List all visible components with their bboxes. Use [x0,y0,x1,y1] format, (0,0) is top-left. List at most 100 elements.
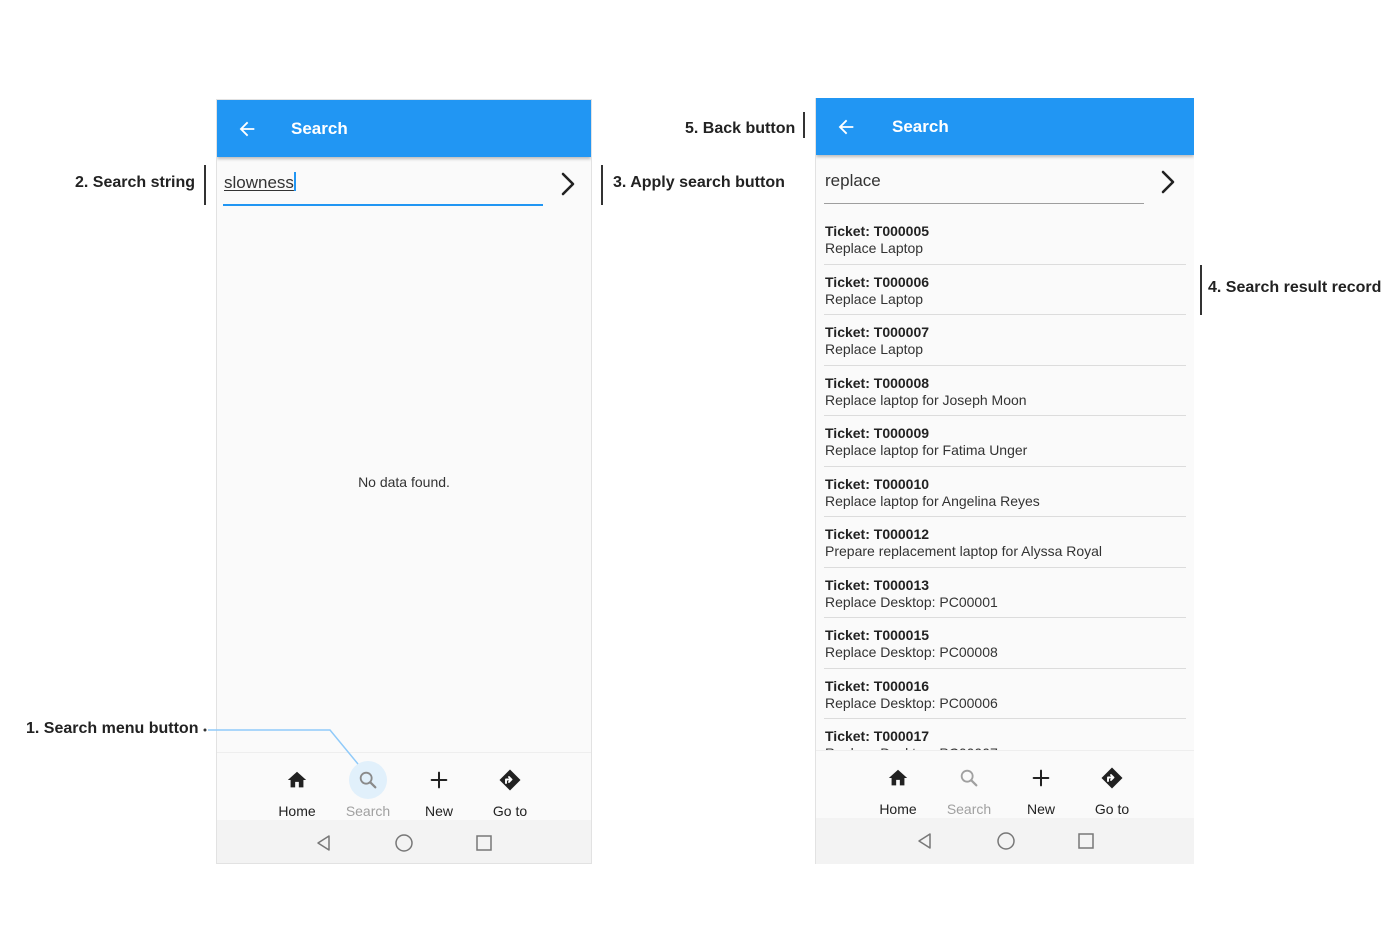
plus-icon [420,761,458,799]
bottom-navigation: Home Search New Go to [816,750,1194,818]
result-subtitle: Replace Laptop [825,290,924,307]
back-button[interactable] [233,115,261,143]
nav-home-label: Home [278,803,316,819]
system-home-button[interactable] [393,832,415,854]
search-results-list: Ticket: T000005 Replace Laptop Ticket: T… [816,214,1194,750]
search-icon [349,761,387,799]
app-bar: Search [816,98,1194,155]
result-title: Ticket: T000010 [825,475,930,492]
bottom-navigation: Home Search New Go to [217,752,591,820]
callout-bar-search-string [204,165,206,205]
result-subtitle: Replace Desktop: PC00001 [825,593,998,610]
chevron-right-icon [1161,170,1175,194]
nav-new[interactable]: New [1009,751,1073,819]
result-subtitle: Prepare replacement laptop for Alyssa Ro… [825,543,1103,559]
callout-bar-back-button [803,112,805,138]
nav-search[interactable]: Search [336,753,400,821]
system-home-button[interactable] [995,830,1017,852]
home-icon [879,759,917,797]
result-title: Ticket: T000016 [825,677,930,694]
apply-search-button[interactable] [1153,166,1183,198]
apply-search-button[interactable] [553,168,583,200]
search-result-record[interactable]: Ticket: T000009 Replace laptop for Fatim… [824,416,1186,467]
callout-back-button: 5. Back button [685,120,796,137]
result-subtitle: Replace laptop for Joseph Moon [825,391,1027,408]
nav-home-label: Home [879,801,917,817]
search-screen-results: Search replace Ticket: T000005 Replace L… [815,98,1194,864]
nav-goto[interactable]: Go to [478,753,542,821]
result-title: Ticket: T000017 [825,728,930,744]
arrow-left-icon [838,119,854,135]
search-result-record[interactable]: Ticket: T000005 Replace Laptop [824,214,1186,265]
search-icon [950,759,988,797]
search-result-record[interactable]: Ticket: T000006 Replace Laptop [824,265,1186,315]
triangle-back-icon [918,833,931,849]
circle-home-icon [395,834,413,852]
app-bar: Search [217,100,591,157]
nav-goto[interactable]: Go to [1080,751,1144,819]
nav-goto-label: Go to [492,803,528,819]
result-subtitle: Replace Desktop: PC00008 [825,644,998,660]
callout-bar-search-result [1200,265,1202,315]
result-title: Ticket: T000008 [825,374,930,391]
directions-icon [1093,759,1131,797]
home-icon [278,761,316,799]
page-title: Search [291,119,348,138]
result-subtitle: Replace Laptop [825,240,924,256]
result-title: Ticket: T000005 [825,223,930,239]
system-navigation-bar [217,820,591,863]
search-result-record[interactable]: Ticket: T000008 Replace laptop for Josep… [824,366,1186,416]
search-result-record[interactable]: Ticket: T000010 Replace laptop for Angel… [824,467,1186,517]
search-input-value: replace [825,171,881,190]
system-navigation-bar [816,818,1194,864]
search-input-value: slowness [224,173,294,192]
page-title: Search [892,117,949,136]
arrow-left-icon [239,121,255,137]
search-result-record[interactable]: Ticket: T000012 Prepare replacement lapt… [824,517,1186,568]
result-subtitle: Replace laptop for Fatima Unger [825,442,1028,458]
triangle-back-icon [317,835,330,851]
empty-state-message: No data found. [358,474,450,490]
result-title: Ticket: T000012 [825,526,930,542]
search-result-record[interactable]: Ticket: T000013 Replace Desktop: PC00001 [824,568,1186,618]
nav-search-label: Search [345,803,391,819]
nav-home[interactable]: Home [866,751,930,819]
nav-home[interactable]: Home [265,753,329,821]
text-caret [293,172,296,191]
result-title: Ticket: T000006 [825,273,930,290]
search-screen-empty: Search slowness No data found. Home Sear… [216,99,592,864]
nav-new[interactable]: New [407,753,471,821]
nav-search-label: Search [946,801,992,817]
search-input[interactable]: slowness [223,170,543,206]
system-back-button[interactable] [914,830,936,852]
back-button[interactable] [832,113,860,141]
system-recents-button[interactable] [1075,830,1097,852]
result-subtitle: Replace Desktop: PC00006 [825,694,998,711]
nav-goto-label: Go to [1094,801,1130,817]
chevron-right-icon [561,172,575,196]
callout-search-menu-button: 1. Search menu button [26,720,199,737]
callout-search-string: 2. Search string [75,174,196,191]
result-subtitle: Replace Laptop [825,341,924,357]
result-title: Ticket: T000007 [825,324,930,340]
result-subtitle: Replace laptop for Angelina Reyes [825,492,1040,509]
square-recents-icon [476,835,492,851]
square-recents-icon [1078,833,1094,849]
callout-bar-apply-search [601,165,603,205]
result-title: Ticket: T000013 [825,576,930,593]
search-input[interactable]: replace [824,168,1144,204]
system-back-button[interactable] [313,832,335,854]
nav-search[interactable]: Search [937,751,1001,819]
result-title: Ticket: T000015 [825,627,930,643]
search-result-record[interactable]: Ticket: T000017 Replace Desktop: PC00007 [824,719,1186,750]
search-result-record[interactable]: Ticket: T000016 Replace Desktop: PC00006 [824,669,1186,719]
search-result-record[interactable]: Ticket: T000007 Replace Laptop [824,315,1186,366]
system-recents-button[interactable] [473,832,495,854]
nav-new-label: New [1026,801,1055,817]
plus-icon [1022,759,1060,797]
search-result-record[interactable]: Ticket: T000015 Replace Desktop: PC00008 [824,618,1186,669]
result-title: Ticket: T000009 [825,425,930,441]
directions-icon [491,761,529,799]
callout-apply-search-button: 3. Apply search button [613,174,785,191]
nav-new-label: New [424,803,453,819]
